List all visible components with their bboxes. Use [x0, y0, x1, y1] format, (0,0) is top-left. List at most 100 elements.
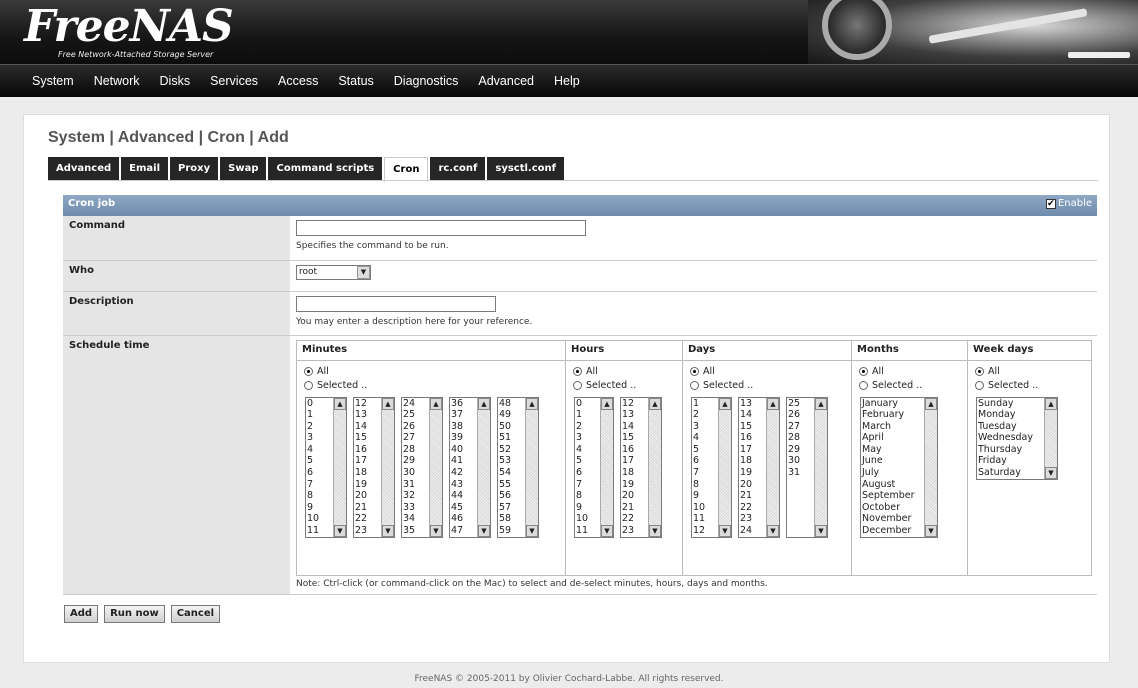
list-option[interactable]: 18 — [355, 467, 381, 479]
menu-status[interactable]: Status — [328, 74, 383, 88]
list-option[interactable]: 22 — [355, 513, 381, 525]
scroll-up-icon[interactable]: ▲ — [430, 397, 442, 410]
radio-all-button[interactable] — [304, 367, 313, 376]
radio-selected-button[interactable] — [690, 381, 699, 390]
list-option[interactable]: 28 — [788, 432, 814, 444]
list-option[interactable]: 10 — [576, 513, 600, 525]
listbox-scrollbar[interactable]: ▲ ▼ — [477, 397, 490, 537]
list-option[interactable]: 22 — [740, 502, 766, 514]
menu-disks[interactable]: Disks — [150, 74, 201, 88]
list-option[interactable]: 14 — [355, 421, 381, 433]
list-option[interactable]: 23 — [355, 525, 381, 537]
list-option[interactable]: December — [862, 525, 924, 537]
list-option[interactable]: 49 — [499, 409, 525, 421]
list-option[interactable]: 20 — [740, 479, 766, 491]
list-option[interactable]: 19 — [355, 479, 381, 491]
radio-all[interactable]: All — [304, 365, 565, 379]
list-option[interactable]: 25 — [403, 409, 429, 421]
enable-toggle[interactable]: ✔ Enable — [1045, 198, 1092, 209]
list-option[interactable]: 24 — [740, 525, 766, 537]
listbox-minutes[interactable]: 48 49 50 51 52 53 54 55 56 57 58 59 ▲ ▼ — [497, 396, 539, 538]
list-option[interactable]: 10 — [307, 513, 333, 525]
list-option[interactable]: 32 — [403, 490, 429, 502]
list-option[interactable]: 22 — [622, 513, 648, 525]
scroll-up-icon[interactable]: ▲ — [478, 397, 490, 410]
list-option[interactable]: 50 — [499, 421, 525, 433]
listbox-minutes[interactable]: 0 1 2 3 4 5 6 7 8 9 10 11 ▲ ▼ — [305, 396, 347, 538]
tab-email[interactable]: Email — [121, 157, 169, 180]
list-option[interactable]: 24 — [403, 398, 429, 410]
list-option[interactable]: 51 — [499, 432, 525, 444]
scroll-up-icon[interactable]: ▲ — [334, 397, 346, 410]
list-option[interactable]: 25 — [788, 398, 814, 410]
radio-selected[interactable]: Selected .. — [573, 379, 682, 393]
radio-selected-button[interactable] — [573, 381, 582, 390]
list-option[interactable]: October — [862, 502, 924, 514]
radio-all[interactable]: All — [975, 365, 1091, 379]
list-option[interactable]: 6 — [307, 467, 333, 479]
radio-selected-button[interactable] — [859, 381, 868, 390]
list-option[interactable]: 11 — [576, 525, 600, 537]
scroll-down-icon[interactable]: ▼ — [601, 524, 613, 537]
list-option[interactable]: 5 — [307, 455, 333, 467]
list-option[interactable]: 9 — [307, 502, 333, 514]
list-option[interactable]: 59 — [499, 525, 525, 537]
list-option[interactable]: 11 — [693, 513, 718, 525]
list-option[interactable]: Sunday — [978, 398, 1044, 410]
listbox-hours[interactable]: 0 1 2 3 4 5 6 7 8 9 10 11 ▲ ▼ — [574, 396, 614, 538]
list-option[interactable]: 28 — [403, 444, 429, 456]
list-option[interactable]: 46 — [451, 513, 477, 525]
list-option[interactable]: 19 — [740, 467, 766, 479]
list-option[interactable]: 37 — [451, 409, 477, 421]
list-option[interactable]: 33 — [403, 502, 429, 514]
listbox-hours[interactable]: 12 13 14 15 16 17 18 19 20 21 22 23 ▲ ▼ — [620, 396, 662, 538]
list-option[interactable]: 54 — [499, 467, 525, 479]
chevron-down-icon[interactable]: ▼ — [357, 265, 370, 279]
tab-rc-conf[interactable]: rc.conf — [430, 157, 486, 180]
list-option[interactable]: 48 — [499, 398, 525, 410]
list-option[interactable]: Wednesday — [978, 432, 1044, 444]
list-option[interactable]: 20 — [622, 490, 648, 502]
list-option[interactable]: 17 — [355, 455, 381, 467]
list-option[interactable]: 27 — [788, 421, 814, 433]
scroll-down-icon[interactable]: ▼ — [1045, 466, 1057, 479]
list-option[interactable]: Monday — [978, 409, 1044, 421]
list-option[interactable]: 47 — [451, 525, 477, 537]
listbox-scrollbar[interactable]: ▲ ▼ — [600, 397, 613, 537]
list-option[interactable]: 15 — [622, 432, 648, 444]
listbox-days[interactable]: 1 2 3 4 5 6 7 8 9 10 11 12 ▲ ▼ — [691, 396, 732, 538]
list-option[interactable]: 27 — [403, 432, 429, 444]
list-option[interactable]: 40 — [451, 444, 477, 456]
menu-diagnostics[interactable]: Diagnostics — [384, 74, 469, 88]
list-option[interactable]: 41 — [451, 455, 477, 467]
list-option[interactable]: 7 — [693, 467, 718, 479]
list-option[interactable]: 3 — [307, 432, 333, 444]
listbox-months[interactable]: January February March April May June July Augu… — [860, 396, 938, 538]
list-option[interactable]: 11 — [307, 525, 333, 537]
list-option[interactable]: 14 — [622, 421, 648, 433]
menu-services[interactable]: Services — [200, 74, 268, 88]
radio-selected[interactable]: Selected .. — [859, 379, 967, 393]
list-option[interactable]: 9 — [576, 502, 600, 514]
listbox-scrollbar[interactable]: ▲ ▼ — [381, 397, 394, 537]
menu-system[interactable]: System — [22, 74, 84, 88]
list-option[interactable]: 21 — [622, 502, 648, 514]
list-option[interactable]: 43 — [451, 479, 477, 491]
radio-selected[interactable]: Selected .. — [304, 379, 565, 393]
list-option[interactable]: 6 — [693, 455, 718, 467]
list-option[interactable]: 20 — [355, 490, 381, 502]
list-option[interactable]: 21 — [355, 502, 381, 514]
list-option[interactable]: 18 — [740, 455, 766, 467]
list-option[interactable]: Friday — [978, 455, 1044, 467]
scroll-up-icon[interactable]: ▲ — [601, 397, 613, 410]
listbox-days[interactable]: 13 14 15 16 17 18 19 20 21 22 23 24 ▲ ▼ — [738, 396, 780, 538]
list-option[interactable]: 1 — [307, 409, 333, 421]
scroll-up-icon[interactable]: ▲ — [925, 397, 937, 410]
list-option[interactable]: September — [862, 490, 924, 502]
enable-checkbox[interactable]: ✔ — [1045, 198, 1056, 209]
listbox-minutes[interactable]: 12 13 14 15 16 17 18 19 20 21 22 23 ▲ ▼ — [353, 396, 395, 538]
scroll-up-icon[interactable]: ▲ — [719, 397, 731, 410]
radio-all-button[interactable] — [975, 367, 984, 376]
list-option[interactable]: 30 — [788, 455, 814, 467]
radio-all-button[interactable] — [690, 367, 699, 376]
